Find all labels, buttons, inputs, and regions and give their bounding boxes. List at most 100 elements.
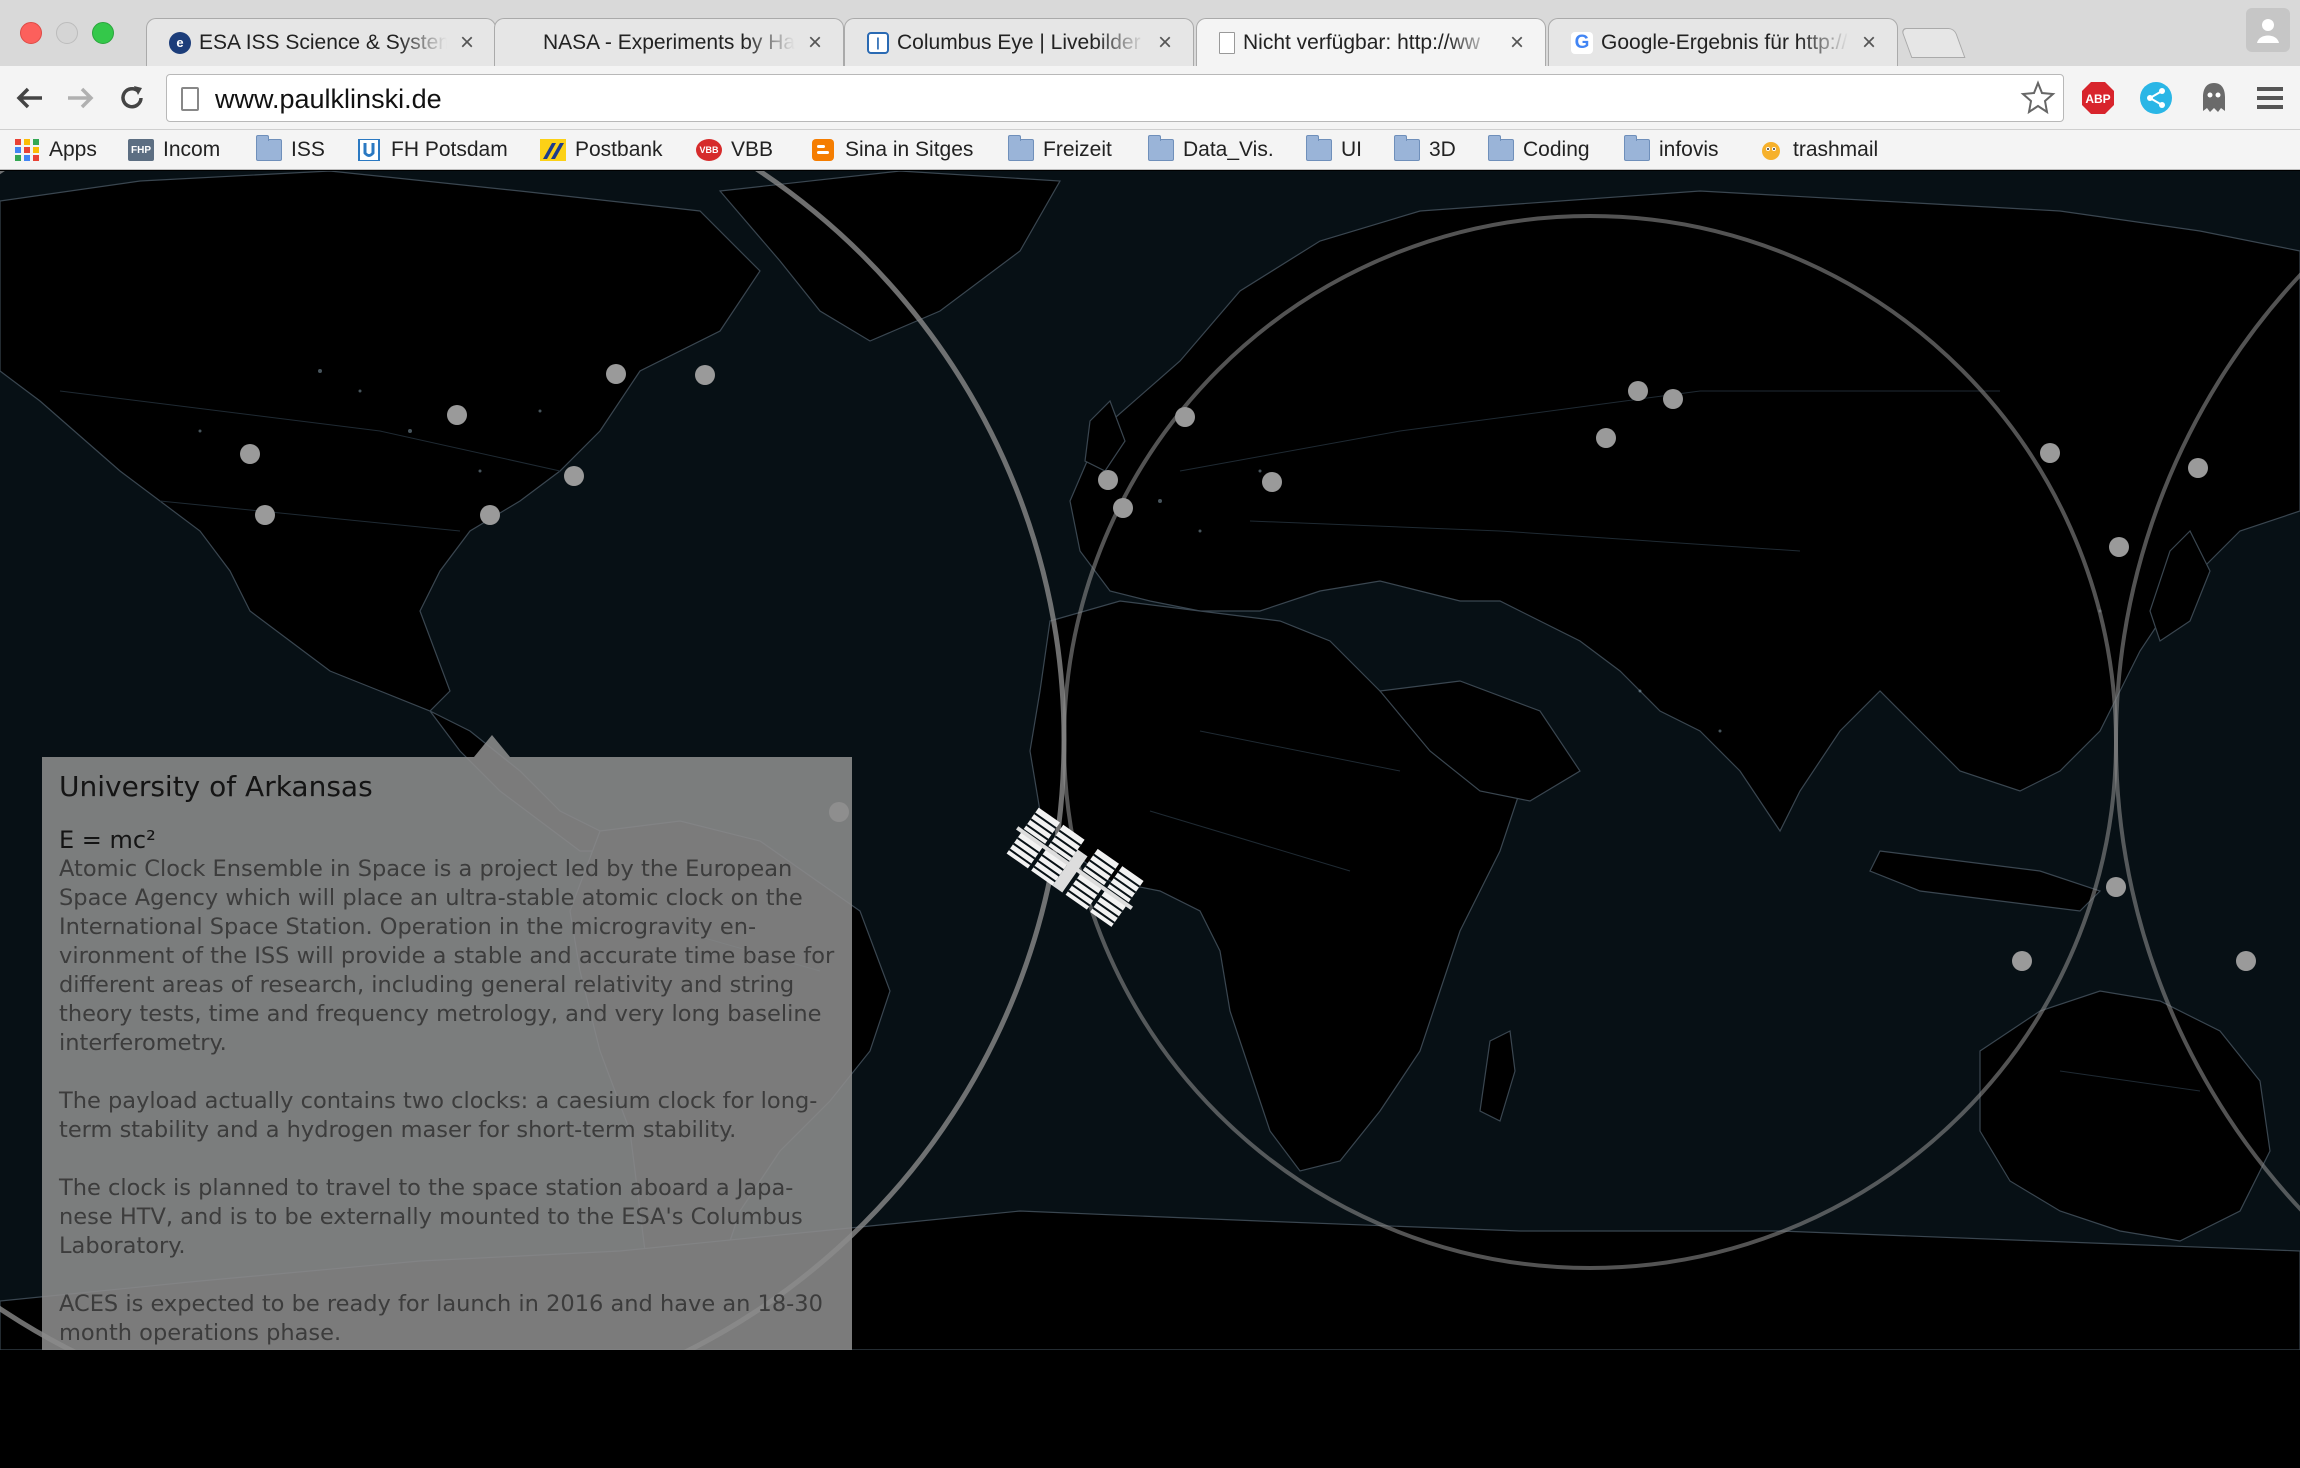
bookmark-coding[interactable]: Coding	[1488, 134, 1590, 166]
close-icon[interactable]: ×	[805, 30, 825, 54]
bookmark-iss[interactable]: ISS	[256, 134, 325, 166]
bookmark-freizeit[interactable]: Freizeit	[1008, 134, 1112, 166]
site-marker[interactable]	[255, 505, 275, 525]
browser-toolbar: www.paulklinski.de ABP	[0, 66, 2300, 130]
vbb-icon: VBB	[696, 139, 722, 161]
bookmark-label: VBB	[731, 138, 774, 161]
bookmark-fh-potsdam[interactable]: FH Potsdam	[356, 134, 508, 166]
site-marker[interactable]	[480, 505, 500, 525]
site-marker[interactable]	[2040, 443, 2060, 463]
back-button[interactable]	[10, 78, 50, 118]
folder-icon	[1306, 135, 1332, 161]
share-icon[interactable]	[2136, 78, 2176, 118]
bookmark-trashmail[interactable]: trashmail	[1758, 134, 1878, 166]
tab-title: ESA ISS Science & System	[199, 30, 447, 54]
tab-title: Nicht verfügbar: http://ww	[1243, 30, 1480, 54]
bookmark-label: Apps	[49, 138, 97, 161]
google-icon: G	[1571, 31, 1593, 54]
bookmark-vbb[interactable]: VBB VBB	[696, 134, 773, 166]
bookmark-infovis[interactable]: infovis	[1624, 134, 1719, 166]
trashmail-icon	[1762, 142, 1780, 160]
page-icon	[1219, 31, 1235, 54]
zoom-window-button[interactable]	[92, 22, 114, 44]
bookmark-label: Data_Vis.	[1183, 138, 1274, 161]
adblock-plus-icon[interactable]: ABP	[2078, 78, 2118, 118]
site-marker[interactable]	[1628, 381, 1648, 401]
bookmark-postbank[interactable]: Postbank	[540, 134, 663, 166]
incom-icon: FHP	[128, 139, 154, 161]
tab-current[interactable]: Nicht verfügbar: http://ww ×	[1196, 18, 1546, 66]
site-marker[interactable]	[1663, 389, 1683, 409]
bookmark-ui[interactable]: UI	[1306, 134, 1362, 166]
info-panel-pointer	[474, 735, 510, 757]
site-marker[interactable]	[240, 444, 260, 464]
site-marker[interactable]	[2188, 458, 2208, 478]
folder-icon	[1008, 135, 1034, 161]
site-marker[interactable]	[1098, 470, 1118, 490]
browser-tab-strip: e ESA ISS Science & System × NASA - Expe…	[0, 0, 2300, 66]
url-text[interactable]: www.paulklinski.de	[215, 84, 442, 115]
page-footer-area	[0, 1350, 2300, 1468]
site-marker[interactable]	[2109, 537, 2129, 557]
columbus-icon: |	[867, 31, 889, 54]
back-arrow-icon	[16, 87, 42, 109]
reload-icon	[121, 86, 143, 109]
tab-google[interactable]: G Google-Ergebnis für http:// ×	[1548, 18, 1898, 66]
info-panel-title: University of Arkansas	[59, 770, 373, 803]
bookmark-label: 3D	[1429, 138, 1456, 161]
site-marker[interactable]	[447, 405, 467, 425]
tab-columbus-eye[interactable]: | Columbus Eye | Livebilder v ×	[844, 18, 1194, 66]
fh-potsdam-icon	[358, 139, 380, 161]
folder-icon	[1148, 135, 1174, 161]
bookmark-star-icon[interactable]	[2019, 79, 2057, 117]
minimize-window-button[interactable]	[56, 22, 78, 44]
bookmark-label: UI	[1341, 138, 1362, 161]
site-marker[interactable]	[1175, 407, 1195, 427]
bookmark-apps[interactable]: Apps	[14, 134, 97, 166]
site-marker[interactable]	[2106, 877, 2126, 897]
profile-icon[interactable]	[2246, 8, 2290, 52]
folder-icon	[256, 135, 282, 161]
tab-nasa[interactable]: NASA - Experiments by Ha ×	[494, 18, 844, 66]
bookmark-3d[interactable]: 3D	[1394, 134, 1456, 166]
tab-title: NASA - Experiments by Ha	[543, 30, 795, 54]
close-icon[interactable]: ×	[457, 30, 477, 54]
bookmark-data-vis[interactable]: Data_Vis.	[1148, 134, 1274, 166]
address-bar[interactable]: www.paulklinski.de	[166, 74, 2064, 122]
close-icon[interactable]: ×	[1859, 30, 1879, 54]
apps-grid-icon	[15, 139, 39, 161]
tab-title: Google-Ergebnis für http://	[1601, 30, 1848, 54]
bookmark-sina-in-sitges[interactable]: Sina in Sitges	[810, 134, 973, 166]
bookmark-label: Coding	[1523, 138, 1590, 161]
world-map[interactable]: University of Arkansas E = mc² Atomic Cl…	[0, 171, 2300, 1468]
bookmark-label: Incom	[163, 138, 221, 161]
close-icon[interactable]: ×	[1507, 30, 1527, 54]
site-marker[interactable]	[695, 365, 715, 385]
site-marker[interactable]	[2012, 951, 2032, 971]
reload-button[interactable]	[112, 78, 152, 118]
tab-esa[interactable]: e ESA ISS Science & System ×	[146, 18, 496, 66]
forward-button[interactable]	[60, 78, 100, 118]
menu-icon[interactable]	[2250, 78, 2290, 118]
bookmark-incom[interactable]: FHP Incom	[128, 134, 220, 166]
info-panel: University of Arkansas E = mc² Atomic Cl…	[42, 757, 852, 1362]
adblock-label: ABP	[2085, 92, 2110, 106]
site-marker[interactable]	[564, 466, 584, 486]
site-marker[interactable]	[2236, 951, 2256, 971]
page-icon	[181, 87, 199, 111]
ghostery-icon[interactable]	[2194, 78, 2234, 118]
postbank-icon	[540, 139, 566, 161]
close-window-button[interactable]	[20, 22, 42, 44]
esa-icon: e	[169, 31, 191, 54]
bookmark-label: FH Potsdam	[391, 138, 508, 161]
close-icon[interactable]: ×	[1155, 30, 1175, 54]
site-marker[interactable]	[606, 364, 626, 384]
site-marker[interactable]	[1113, 498, 1133, 518]
site-marker[interactable]	[1596, 428, 1616, 448]
info-panel-formula: E = mc²	[59, 826, 156, 854]
new-tab-button[interactable]	[1900, 28, 1966, 58]
site-marker[interactable]	[1262, 472, 1282, 492]
bookmark-label: ISS	[291, 138, 325, 161]
bookmark-label: Sina in Sitges	[845, 138, 974, 161]
bookmarks-bar: Apps FHP Incom ISS FH Potsdam Postbank V…	[0, 130, 2300, 170]
